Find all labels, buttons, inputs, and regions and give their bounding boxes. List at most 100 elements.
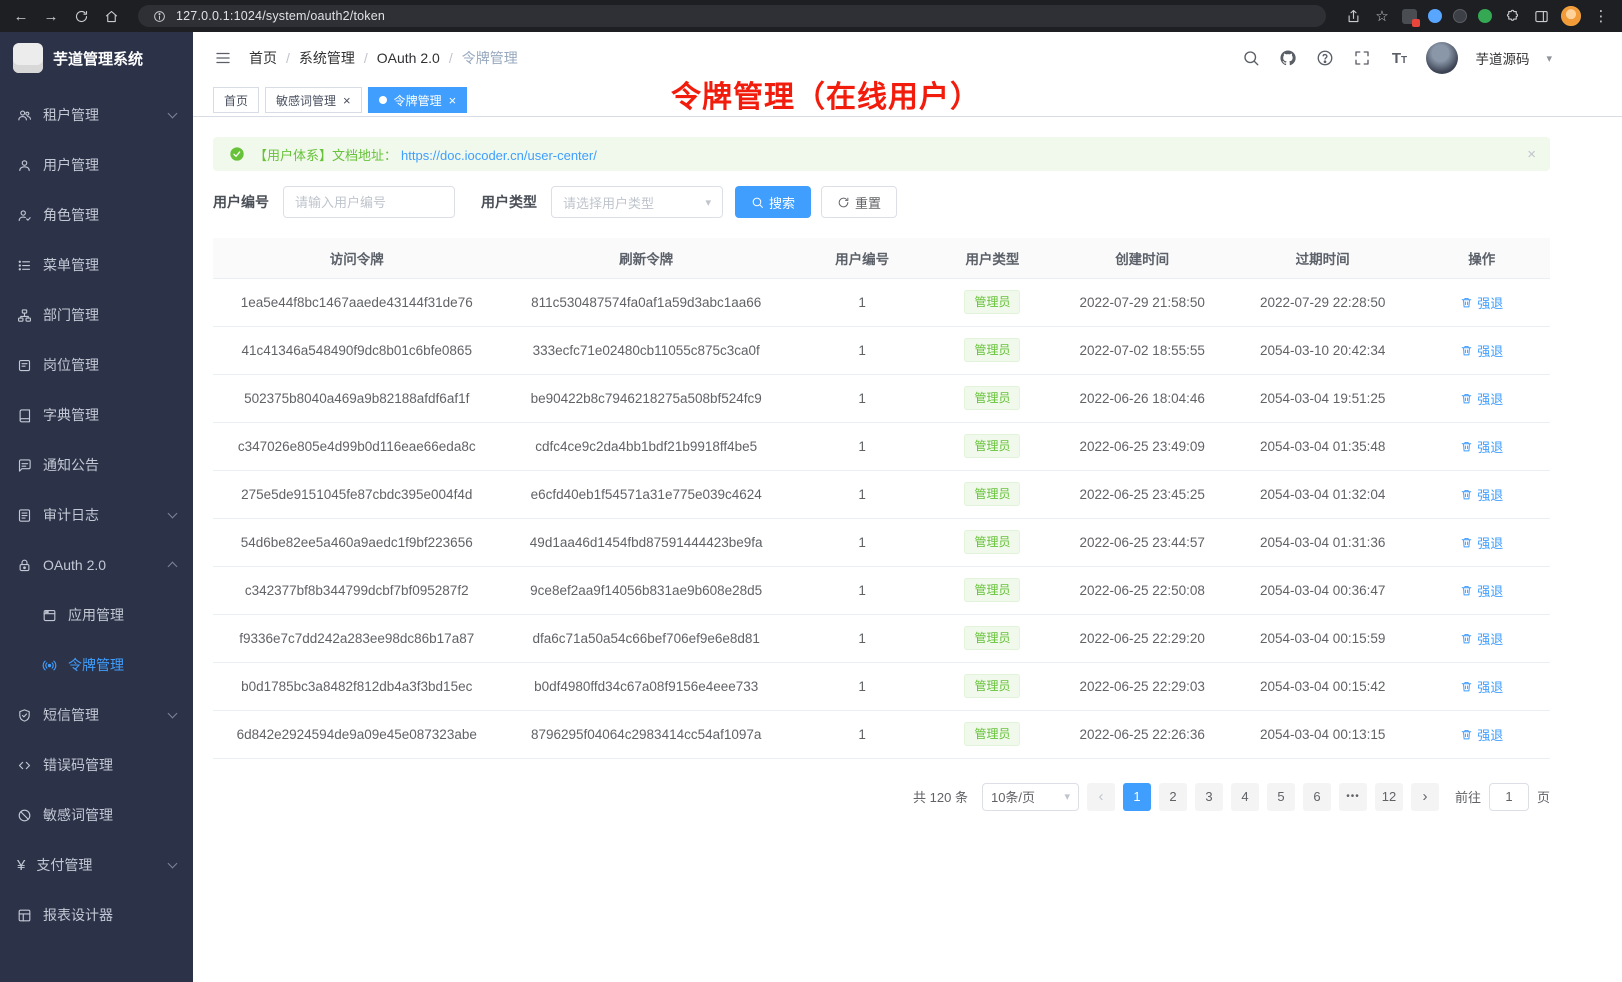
user-id-label: 用户编号 — [213, 192, 269, 212]
force-logout-button[interactable]: 强退 — [1460, 485, 1503, 504]
browser-menu-icon[interactable]: ⋮ — [1592, 7, 1610, 25]
sidebar-item-error-code[interactable]: 错误码管理 — [0, 740, 193, 790]
bookmark-star-icon[interactable]: ☆ — [1373, 7, 1391, 25]
back-icon[interactable]: ← — [12, 7, 30, 25]
breadcrumb-item[interactable]: OAuth 2.0 — [377, 50, 440, 66]
created-time-cell: 2022-07-29 21:58:50 — [1053, 278, 1232, 326]
side-panel-icon[interactable] — [1532, 7, 1550, 25]
extension-badge-icon[interactable] — [1402, 9, 1417, 24]
page-button-1[interactable]: 1 — [1123, 783, 1151, 811]
force-logout-button[interactable]: 强退 — [1460, 677, 1503, 696]
user-type-badge: 管理员 — [964, 290, 1020, 314]
sidebar-item-post[interactable]: 岗位管理 — [0, 340, 193, 390]
extension-blue-icon[interactable] — [1428, 9, 1442, 23]
sidebar-item-pay[interactable]: ¥支付管理 — [0, 840, 193, 890]
search-icon[interactable] — [1241, 48, 1261, 68]
page-button-5[interactable]: 5 — [1267, 783, 1295, 811]
sidebar-item-notice[interactable]: 通知公告 — [0, 440, 193, 490]
caret-down-icon: ▾ — [705, 196, 711, 209]
tab-token[interactable]: 令牌管理× — [368, 87, 468, 113]
info-banner: 【用户体系】文档地址：https://doc.iocoder.cn/user-c… — [213, 137, 1550, 171]
sidebar-item-oauth2-token[interactable]: 令牌管理 — [0, 640, 193, 690]
user-type-badge: 管理员 — [964, 530, 1020, 554]
sidebar-item-tenant[interactable]: 租户管理 — [0, 90, 193, 140]
extension-dark-icon[interactable] — [1453, 9, 1467, 23]
sidebar-item-audit-log[interactable]: 审计日志 — [0, 490, 193, 540]
font-size-icon[interactable]: TT — [1389, 48, 1409, 68]
page-ellipsis[interactable]: ••• — [1339, 783, 1367, 811]
search-button[interactable]: 搜索 — [735, 186, 811, 218]
next-page-button[interactable]: › — [1411, 783, 1439, 811]
force-logout-button[interactable]: 强退 — [1460, 437, 1503, 456]
force-logout-button[interactable]: 强退 — [1460, 629, 1503, 648]
pay-icon: ¥ — [17, 858, 25, 873]
sidebar-item-report[interactable]: 报表设计器 — [0, 890, 193, 940]
banner-text: 【用户体系】文档地址：https://doc.iocoder.cn/user-c… — [254, 145, 597, 164]
force-logout-button[interactable]: 强退 — [1460, 389, 1503, 408]
refresh-token-cell: b0df4980ffd34c67a08f9156e4eee733 — [500, 662, 791, 710]
user-id-cell: 1 — [792, 566, 932, 614]
tab-label: 首页 — [224, 92, 248, 109]
sidebar-item-sensitive-word[interactable]: 敏感词管理 — [0, 790, 193, 840]
github-icon[interactable] — [1278, 48, 1298, 68]
tab-close-icon[interactable]: × — [343, 94, 351, 107]
action-cell: 强退 — [1414, 278, 1550, 326]
sidebar-item-dict[interactable]: 字典管理 — [0, 390, 193, 440]
logo-image — [13, 43, 43, 73]
oauth-icon — [17, 558, 32, 573]
extension-green-icon[interactable] — [1478, 9, 1492, 23]
sidebar-item-role[interactable]: 角色管理 — [0, 190, 193, 240]
breadcrumb-item[interactable]: 首页 — [249, 48, 277, 68]
browser-profile-avatar[interactable] — [1561, 6, 1581, 26]
force-logout-button[interactable]: 强退 — [1460, 341, 1503, 360]
banner-link[interactable]: https://doc.iocoder.cn/user-center/ — [401, 148, 597, 163]
user-id-input[interactable] — [283, 186, 455, 218]
pagination: 共 120 条 10条/页 ▾ ‹ 123456•••12 › 前往 页 — [213, 783, 1550, 841]
content: 【用户体系】文档地址：https://doc.iocoder.cn/user-c… — [193, 117, 1622, 841]
trash-icon — [1460, 632, 1473, 645]
expire-time-cell: 2054-03-04 00:36:47 — [1232, 566, 1414, 614]
breadcrumb-item[interactable]: 系统管理 — [299, 48, 355, 68]
site-info-icon[interactable] — [150, 7, 168, 25]
user-type-cell: 管理员 — [932, 614, 1052, 662]
sidebar-collapse-icon[interactable] — [213, 48, 233, 68]
tab-close-icon[interactable]: × — [449, 94, 457, 107]
sidebar-item-label: OAuth 2.0 — [43, 557, 158, 573]
url-bar[interactable]: 127.0.0.1:1024/system/oauth2/token — [138, 5, 1326, 27]
page-button-3[interactable]: 3 — [1195, 783, 1223, 811]
banner-close-icon[interactable]: × — [1527, 146, 1536, 163]
expire-time-cell: 2054-03-10 20:42:34 — [1232, 326, 1414, 374]
app-logo[interactable]: 芋道管理系统 — [0, 32, 193, 84]
sidebar-item-oauth2[interactable]: OAuth 2.0 — [0, 540, 193, 590]
sidebar-item-user[interactable]: 用户管理 — [0, 140, 193, 190]
fullscreen-icon[interactable] — [1352, 48, 1372, 68]
sidebar-item-oauth2-app[interactable]: 应用管理 — [0, 590, 193, 640]
share-icon[interactable] — [1344, 7, 1362, 25]
prev-page-button[interactable]: ‹ — [1087, 783, 1115, 811]
user-id-cell: 1 — [792, 326, 932, 374]
page-button-4[interactable]: 4 — [1231, 783, 1259, 811]
tab-sensitive-word[interactable]: 敏感词管理× — [265, 87, 362, 113]
user-type-select[interactable]: 请选择用户类型 ▾ — [551, 186, 723, 218]
forward-icon[interactable]: → — [42, 7, 60, 25]
reset-button[interactable]: 重置 — [821, 186, 897, 218]
sidebar-item-menu[interactable]: 菜单管理 — [0, 240, 193, 290]
page-button-6[interactable]: 6 — [1303, 783, 1331, 811]
user-avatar[interactable] — [1426, 42, 1458, 74]
sidebar-item-dept[interactable]: 部门管理 — [0, 290, 193, 340]
home-icon[interactable] — [102, 7, 120, 25]
force-logout-button[interactable]: 强退 — [1460, 533, 1503, 552]
goto-page-input[interactable] — [1489, 783, 1529, 811]
tab-home[interactable]: 首页 — [213, 87, 259, 113]
extensions-puzzle-icon[interactable] — [1503, 7, 1521, 25]
page-button-2[interactable]: 2 — [1159, 783, 1187, 811]
reload-icon[interactable] — [72, 7, 90, 25]
force-logout-button[interactable]: 强退 — [1460, 581, 1503, 600]
page-size-select[interactable]: 10条/页 ▾ — [982, 783, 1079, 811]
user-name[interactable]: 芋道源码 — [1475, 48, 1529, 68]
sidebar-item-sms[interactable]: 短信管理 — [0, 690, 193, 740]
force-logout-button[interactable]: 强退 — [1460, 293, 1503, 312]
force-logout-button[interactable]: 强退 — [1460, 725, 1503, 744]
page-button-12[interactable]: 12 — [1375, 783, 1403, 811]
help-icon[interactable] — [1315, 48, 1335, 68]
